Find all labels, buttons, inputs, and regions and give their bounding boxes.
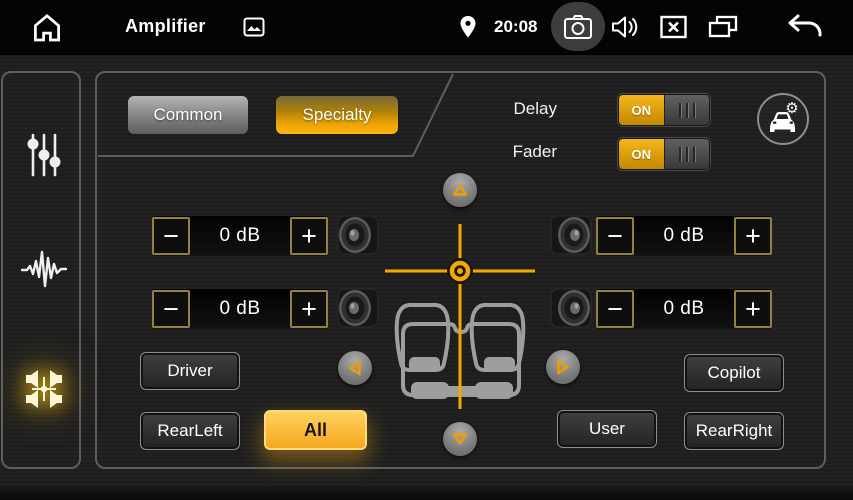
gain-front-right: − 0 dB + xyxy=(596,216,772,256)
seat-position-diagram xyxy=(372,172,552,417)
move-down-button[interactable] xyxy=(443,422,477,456)
zone-all-label: All xyxy=(304,420,327,441)
tab-specialty[interactable]: Specialty xyxy=(275,95,399,135)
equalizer-sliders-icon xyxy=(24,133,64,177)
delay-toggle-on-label: ON xyxy=(619,95,664,125)
svg-text:⚙: ⚙ xyxy=(785,102,798,117)
bottom-shade xyxy=(0,486,853,500)
plus-icon: + xyxy=(745,223,761,250)
status-bar: Amplifier 20:08 xyxy=(0,0,853,55)
gain-front-right-plus-button[interactable]: + xyxy=(734,217,772,255)
zone-user-button[interactable]: User xyxy=(557,410,657,448)
zone-copilot-label: Copilot xyxy=(708,363,761,383)
balance-speakers-icon xyxy=(24,367,64,411)
waveform-icon xyxy=(21,248,67,290)
fader-label: Fader xyxy=(477,142,557,162)
back-icon[interactable] xyxy=(780,0,826,53)
plus-icon: + xyxy=(301,223,317,250)
page-title: Amplifier xyxy=(125,0,206,53)
speaker-rear-right-icon xyxy=(549,286,595,330)
delay-label: Delay xyxy=(477,99,557,119)
recent-apps-icon[interactable] xyxy=(704,0,742,53)
arrow-left-icon xyxy=(347,358,363,378)
zone-rearright-button[interactable]: RearRight xyxy=(684,412,784,450)
tab-common-label: Common xyxy=(154,105,223,125)
zone-rearleft-button[interactable]: RearLeft xyxy=(140,412,240,450)
tab-specialty-label: Specialty xyxy=(303,105,372,125)
zone-rearright-label: RearRight xyxy=(696,421,773,441)
gain-rear-left-plus-button[interactable]: + xyxy=(290,290,328,328)
zone-driver-button[interactable]: Driver xyxy=(140,352,240,390)
zone-driver-label: Driver xyxy=(167,361,212,381)
fader-toggle-on-label: ON xyxy=(619,139,664,169)
zone-rearleft-label: RearLeft xyxy=(157,421,222,441)
location-icon[interactable] xyxy=(456,0,480,53)
sidebar-item-equalizer[interactable] xyxy=(22,132,66,178)
zone-copilot-button[interactable]: Copilot xyxy=(684,354,784,392)
zone-user-label: User xyxy=(589,419,625,439)
move-left-button[interactable] xyxy=(338,351,372,385)
arrow-right-icon xyxy=(555,357,571,377)
sidebar-item-sound-effect[interactable] xyxy=(22,246,66,292)
sidebar xyxy=(1,71,81,469)
camera-button[interactable] xyxy=(551,2,605,51)
plus-icon: + xyxy=(301,296,317,323)
zone-all-button[interactable]: All xyxy=(264,410,367,450)
camera-icon xyxy=(563,14,593,40)
gain-front-left: − 0 dB + xyxy=(152,216,328,256)
speaker-front-left-icon xyxy=(334,213,380,257)
clock: 20:08 xyxy=(494,0,537,53)
gain-front-left-plus-button[interactable]: + xyxy=(290,217,328,255)
plus-icon: + xyxy=(745,296,761,323)
fader-toggle[interactable]: ON xyxy=(618,138,710,170)
delay-toggle-knob xyxy=(664,95,710,125)
fader-toggle-knob xyxy=(664,139,710,169)
car-gear-icon: ⚙ xyxy=(765,102,801,136)
car-settings-button[interactable]: ⚙ xyxy=(757,93,809,145)
image-icon[interactable] xyxy=(241,0,267,53)
delay-toggle[interactable]: ON xyxy=(618,94,710,126)
volume-icon[interactable] xyxy=(608,0,642,53)
close-box-icon[interactable] xyxy=(658,0,688,53)
tab-common[interactable]: Common xyxy=(127,95,249,135)
sidebar-item-fader-balance[interactable] xyxy=(22,366,66,412)
gain-rear-left: − 0 dB + xyxy=(152,289,328,329)
fader-panel: Common Specialty Delay ON Fader ON ⚙ xyxy=(95,71,826,469)
speaker-front-right-icon xyxy=(549,213,595,257)
gain-rear-right: − 0 dB + xyxy=(596,289,772,329)
speaker-rear-left-icon xyxy=(334,286,380,330)
home-icon[interactable] xyxy=(28,0,66,53)
gain-rear-right-plus-button[interactable]: + xyxy=(734,290,772,328)
arrow-down-icon xyxy=(450,431,470,447)
